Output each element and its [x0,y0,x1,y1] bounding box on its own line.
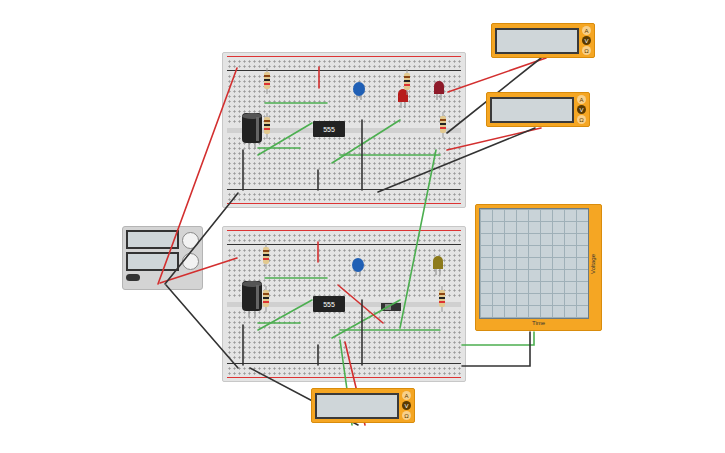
resistor[interactable] [264,113,270,139]
wire[interactable] [265,277,327,279]
x-axis-label: Time [479,319,598,327]
wire[interactable] [258,147,300,149]
wire[interactable] [400,150,436,328]
wire[interactable] [462,332,534,345]
power-rail [227,189,461,204]
mode-button[interactable]: Ω [402,411,411,420]
wire[interactable] [166,285,238,368]
electrolytic-capacitor[interactable] [242,113,262,149]
power-rail [227,230,461,245]
mode-button[interactable]: Ω [582,46,591,55]
wire[interactable] [317,242,319,262]
mode-button[interactable]: A [402,391,411,400]
terminal-strip [227,248,461,299]
power-rail [227,56,461,71]
wire[interactable] [242,150,244,190]
oscilloscope[interactable]: Voltage Time [475,204,602,331]
wire[interactable] [265,102,327,104]
circuit-canvas: 555555AVΩAVΩAVΩVoltageTime [0,0,725,453]
terminal-strip [227,74,461,125]
slide-switch[interactable] [381,303,401,311]
wire[interactable] [378,128,535,192]
wire[interactable] [361,120,363,190]
y-axis-label: Voltage [591,253,597,273]
resistor[interactable] [263,243,269,269]
mode-button[interactable]: V [402,401,411,410]
current-knob[interactable] [182,253,199,270]
resistor[interactable] [440,112,446,138]
wire[interactable] [332,120,400,163]
supply-display [126,230,179,249]
wire[interactable] [462,332,530,366]
wire[interactable] [158,68,237,284]
wire[interactable] [332,300,400,338]
multimeter[interactable]: AVΩ [486,92,590,127]
timer-chip[interactable]: 555 [313,121,345,137]
electrolytic-capacitor[interactable] [242,281,262,317]
multimeter[interactable]: AVΩ [491,23,595,58]
mode-button[interactable]: V [582,36,591,45]
wire[interactable] [242,325,244,365]
ceramic-capacitor[interactable] [353,82,365,100]
timer-chip[interactable]: 555 [313,296,345,312]
multimeter-display [495,28,579,54]
wire[interactable] [318,67,320,88]
wire[interactable] [361,300,363,365]
ceramic-capacitor[interactable] [352,258,364,276]
terminal-strip [227,310,461,361]
wire[interactable] [448,58,546,92]
wire[interactable] [317,345,319,365]
wire[interactable] [258,123,312,155]
power-rail [227,363,461,378]
terminal-strip [227,136,461,187]
wire[interactable] [340,154,440,156]
wire[interactable] [447,128,541,150]
power-switch[interactable] [126,274,140,281]
wire[interactable] [165,193,238,284]
wire[interactable] [258,322,300,324]
resistor[interactable] [263,286,269,312]
multimeter-display [490,97,574,123]
wires [0,0,725,453]
wire[interactable] [340,329,440,331]
voltage-knob[interactable] [182,232,199,249]
led[interactable] [433,256,443,275]
wire[interactable] [258,300,312,330]
mode-button[interactable]: A [577,95,586,104]
led[interactable] [434,81,444,100]
resistor[interactable] [404,69,410,95]
wire[interactable] [317,170,319,190]
resistor[interactable] [264,68,270,94]
mode-button[interactable]: A [582,26,591,35]
components [0,0,725,453]
mode-button[interactable]: V [577,105,586,114]
supply-display [126,252,179,271]
power-supply[interactable] [122,226,203,290]
oscilloscope-screen [479,208,589,319]
wire[interactable] [160,258,237,283]
resistor[interactable] [439,286,445,312]
wire[interactable] [338,285,383,323]
multimeter-display [315,393,399,419]
multimeter[interactable]: AVΩ [311,388,415,423]
mode-button[interactable]: Ω [577,115,586,124]
